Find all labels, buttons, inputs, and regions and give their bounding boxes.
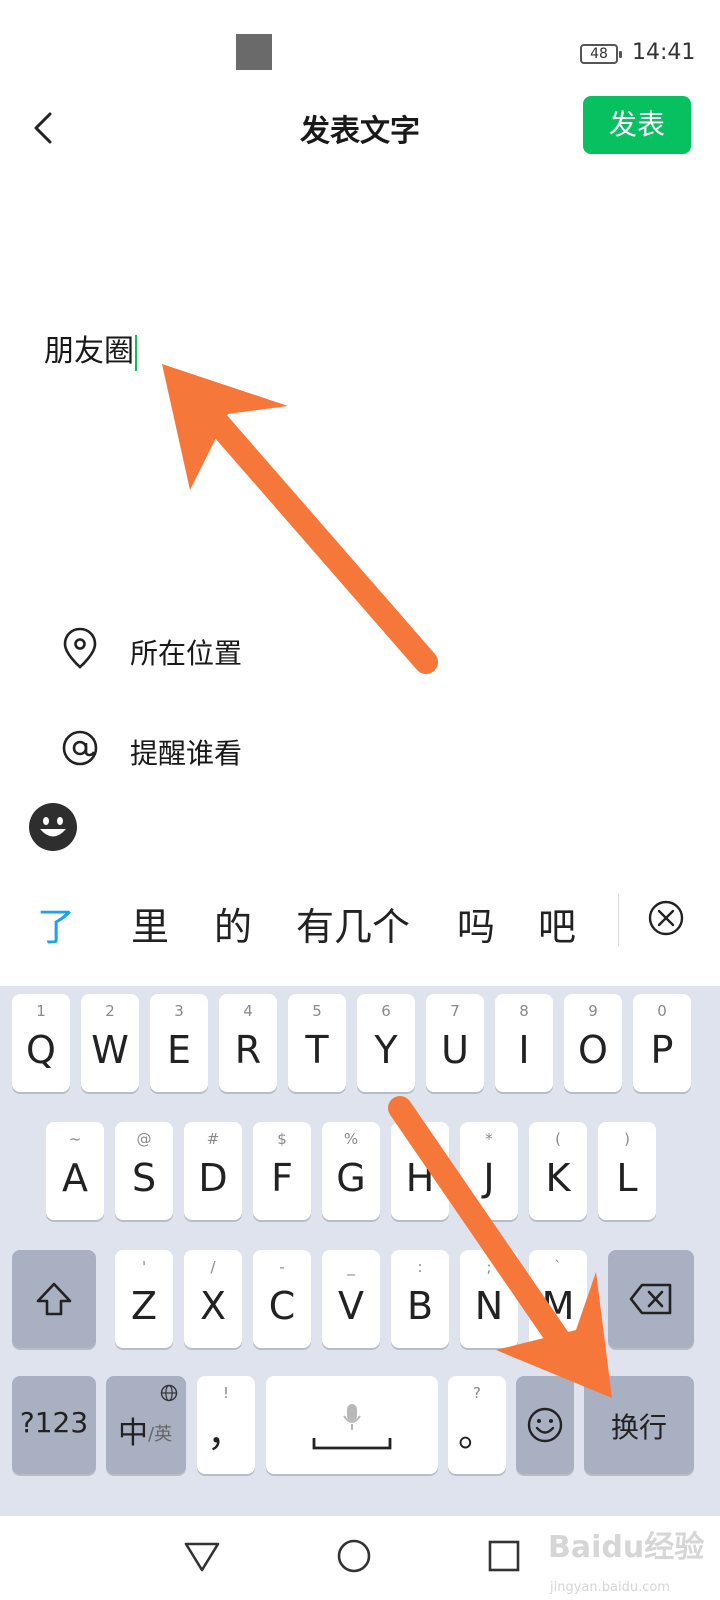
- key-h[interactable]: & H: [391, 1122, 449, 1220]
- emoji-smiley-icon: [527, 1407, 563, 1443]
- mention-option[interactable]: 提醒谁看: [0, 706, 720, 796]
- backspace-icon: [629, 1283, 672, 1315]
- key-s[interactable]: @ S: [115, 1122, 173, 1220]
- backspace-key[interactable]: [608, 1250, 694, 1348]
- space-key[interactable]: [266, 1376, 438, 1474]
- key-x[interactable]: / X: [184, 1250, 242, 1348]
- header: 发表文字 发表: [0, 96, 720, 160]
- candidate-item[interactable]: 吧: [538, 896, 576, 951]
- space-bar-icon: [312, 1438, 392, 1450]
- language-switch-key[interactable]: 中 /英: [106, 1376, 186, 1474]
- key-t[interactable]: 5T: [288, 994, 346, 1092]
- candidate-item[interactable]: 的: [214, 896, 252, 951]
- post-text-content: 朋友圈: [44, 334, 134, 369]
- at-icon: [62, 730, 98, 766]
- location-option[interactable]: 所在位置: [0, 606, 720, 696]
- key-c[interactable]: -C: [253, 1250, 311, 1348]
- key-f[interactable]: $ F: [253, 1122, 311, 1220]
- key-b[interactable]: :B: [391, 1250, 449, 1348]
- status-time: 14:41: [632, 40, 696, 65]
- close-candidates-icon[interactable]: [646, 898, 686, 938]
- key-o[interactable]: 9O: [564, 994, 622, 1092]
- key-y[interactable]: 6Y: [357, 994, 415, 1092]
- shift-arrow-icon: [36, 1282, 72, 1316]
- comma-key[interactable]: ! ，: [197, 1376, 255, 1474]
- watermark-logo: Baidu经验: [548, 1530, 705, 1565]
- key-r[interactable]: 4R: [219, 994, 277, 1092]
- key-k[interactable]: (K: [529, 1122, 587, 1220]
- key-u[interactable]: 7U: [426, 994, 484, 1092]
- key-m[interactable]: ` M: [529, 1250, 587, 1348]
- notification-icon: [236, 34, 272, 70]
- nav-home-icon[interactable]: [334, 1536, 374, 1576]
- emoji-key[interactable]: [516, 1376, 574, 1474]
- watermark-url: jingyan.baidu.com: [550, 1580, 670, 1595]
- status-bar: 48 14:41: [0, 0, 720, 96]
- key-l[interactable]: ) L: [598, 1122, 656, 1220]
- post-text-input[interactable]: 朋友圈: [44, 326, 137, 371]
- candidate-item[interactable]: 吗: [457, 896, 495, 951]
- location-pin-icon: [63, 627, 97, 669]
- candidate-divider: [618, 894, 619, 946]
- location-label: 所在位置: [130, 637, 243, 670]
- watermark: Baidu经验 jingyan.baidu.com: [548, 1520, 718, 1600]
- key-v[interactable]: _ V: [322, 1250, 380, 1348]
- key-e[interactable]: 3E: [150, 994, 208, 1092]
- key-q[interactable]: 1Q: [12, 994, 70, 1092]
- text-caret: [135, 334, 137, 371]
- key-g[interactable]: % G: [322, 1122, 380, 1220]
- candidate-item[interactable]: 有几个: [296, 896, 410, 951]
- candidate-item[interactable]: 里: [131, 896, 169, 951]
- nav-back-icon[interactable]: [182, 1536, 222, 1576]
- microphone-icon: [343, 1404, 361, 1430]
- key-i[interactable]: 8I: [495, 994, 553, 1092]
- candidate-item[interactable]: 了: [37, 896, 75, 951]
- nav-recents-icon[interactable]: [484, 1536, 524, 1576]
- shift-key[interactable]: [12, 1250, 96, 1348]
- key-a[interactable]: ~ A: [46, 1122, 104, 1220]
- key-w[interactable]: 2W: [81, 994, 139, 1092]
- period-key[interactable]: ? 。: [448, 1376, 506, 1474]
- symbols-key[interactable]: ?123: [12, 1376, 96, 1474]
- candidate-bar: 了 里 的 有几个 吗 吧: [0, 868, 720, 972]
- publish-button[interactable]: 发表: [583, 96, 691, 154]
- key-p[interactable]: 0P: [633, 994, 691, 1092]
- key-d[interactable]: # D: [184, 1122, 242, 1220]
- battery-icon: 48: [580, 44, 622, 64]
- keyboard: 1Q 2W 3E 4R 5T 6Y 7U 8I 9O 0P ~ A @ S # D $…: [0, 986, 720, 1516]
- key-j[interactable]: * J: [460, 1122, 518, 1220]
- key-n[interactable]: ; N: [460, 1250, 518, 1348]
- enter-key[interactable]: 换行: [584, 1376, 694, 1474]
- globe-icon: [160, 1384, 178, 1402]
- smiley-icon[interactable]: [28, 802, 78, 852]
- mention-label: 提醒谁看: [130, 737, 243, 770]
- key-z[interactable]: ' Z: [115, 1250, 173, 1348]
